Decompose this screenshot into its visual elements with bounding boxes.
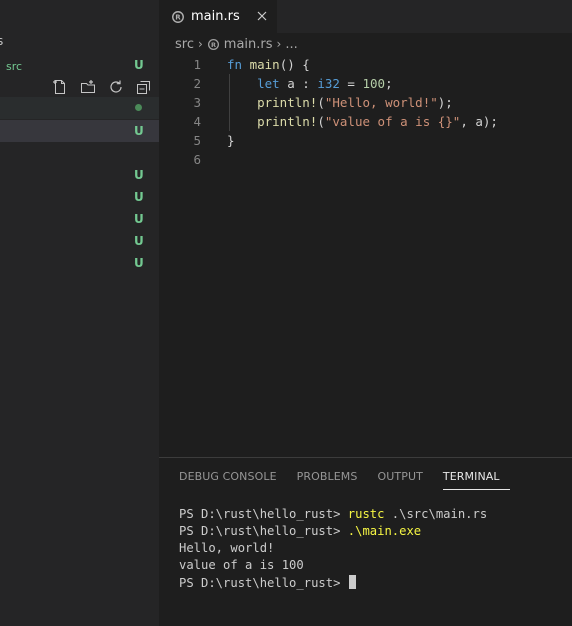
new-file-icon[interactable]: [50, 77, 70, 97]
code-editor[interactable]: 1 fn main() {2 let a : i32 = 100; 3 printl…: [159, 55, 572, 455]
breadcrumb-more[interactable]: ...: [285, 37, 297, 52]
line-number: 2: [193, 76, 201, 91]
editor-tab-bar: R main.rs: [159, 0, 572, 33]
terminal-line: PS D:\rust\hello_rust> .\main.exe: [179, 524, 487, 541]
tab-problems[interactable]: PROBLEMS: [297, 458, 368, 491]
code-text: }: [227, 133, 235, 148]
tab-output[interactable]: OUTPUT: [377, 458, 432, 491]
code-token: main: [249, 57, 280, 72]
terminal-prompt: PS D:\rust\hello_rust>: [179, 507, 348, 521]
explorer-sidebar: s src U U U U U U U: [0, 0, 159, 626]
chevron-right-icon: ›: [276, 37, 282, 51]
code-text: let a : i32 = 100;: [227, 76, 393, 91]
terminal-text: value of a is 100: [179, 558, 304, 572]
terminal-line: PS D:\rust\hello_rust>: [179, 575, 487, 592]
code-token: (: [317, 114, 325, 129]
chevron-right-icon: ›: [197, 37, 203, 51]
tab-terminal[interactable]: TERMINAL: [442, 458, 510, 490]
line-number: 1: [193, 57, 201, 72]
line-number: 3: [193, 95, 201, 110]
code-token: () {: [279, 57, 310, 72]
git-untracked-badge: U: [134, 58, 144, 72]
svg-text:R: R: [175, 13, 181, 21]
collapse-all-icon[interactable]: [134, 77, 154, 97]
code-token: println!: [257, 114, 318, 129]
code-line[interactable]: 6: [159, 150, 572, 169]
code-text: fn main() {: [227, 57, 310, 72]
terminal-text: .\src\main.rs: [384, 507, 488, 521]
terminal-output[interactable]: PS D:\rust\hello_rust> rustc .\src\main.…: [179, 507, 487, 592]
code-token: }: [227, 133, 235, 148]
refresh-icon[interactable]: [106, 77, 126, 97]
code-line[interactable]: 1 fn main() {: [159, 55, 572, 74]
terminal-text: Hello, world!: [179, 541, 275, 555]
new-folder-icon[interactable]: [78, 77, 98, 97]
svg-text:R: R: [211, 40, 216, 48]
breadcrumb: src › R main.rs › ...: [159, 33, 572, 55]
breadcrumb-file[interactable]: main.rs: [224, 37, 273, 52]
code-text: println!("Hello, world!");: [227, 95, 453, 110]
terminal-line: Hello, world!: [179, 541, 487, 558]
rust-icon: R: [207, 38, 219, 50]
git-untracked-badge: U: [134, 212, 144, 226]
code-token: i32: [317, 76, 340, 91]
tab-label: main.rs: [191, 9, 240, 24]
rust-icon: R: [172, 10, 184, 23]
tab-main-rs[interactable]: R main.rs: [159, 0, 277, 33]
code-token: "value of a is {}": [324, 114, 461, 129]
tab-debug-console[interactable]: DEBUG CONSOLE: [179, 458, 287, 491]
code-token: let: [257, 76, 280, 91]
explorer-actions: [50, 76, 154, 98]
terminal-command: rustc: [347, 507, 385, 521]
terminal-cursor: [348, 575, 356, 589]
breadcrumb-folder[interactable]: src: [175, 37, 194, 52]
terminal-prompt: PS D:\rust\hello_rust>: [179, 576, 348, 590]
code-token: , a);: [460, 114, 498, 129]
line-number: 5: [193, 133, 201, 148]
git-untracked-badge: U: [134, 190, 144, 204]
panel-tab-bar: DEBUG CONSOLE PROBLEMS OUTPUT TERMINAL: [179, 458, 520, 491]
line-number: 4: [193, 114, 201, 129]
code-token: );: [437, 95, 453, 110]
modified-dot-indicator: [135, 104, 142, 111]
code-token: fn: [227, 57, 243, 72]
code-token: println!: [257, 95, 318, 110]
code-token: a :: [279, 76, 318, 91]
code-token: =: [339, 76, 363, 91]
line-number: 6: [193, 152, 201, 167]
code-text: println!("value of a is {}", a);: [227, 114, 498, 129]
git-untracked-badge: U: [134, 256, 144, 270]
bottom-panel: DEBUG CONSOLE PROBLEMS OUTPUT TERMINAL P…: [159, 457, 572, 626]
code-token: (: [317, 95, 325, 110]
explorer-header: [0, 0, 159, 33]
code-line[interactable]: 3 println!("Hello, world!");: [159, 93, 572, 112]
terminal-line: PS D:\rust\hello_rust> rustc .\src\main.…: [179, 507, 487, 524]
code-token: 100: [362, 76, 386, 91]
code-token: "Hello, world!": [324, 95, 438, 110]
explorer-folder-src[interactable]: src: [6, 60, 22, 73]
git-untracked-badge: U: [134, 168, 144, 182]
terminal-prompt: PS D:\rust\hello_rust>: [179, 524, 348, 538]
terminal-line: value of a is 100: [179, 558, 487, 575]
terminal-command: .\main.exe: [347, 524, 422, 538]
git-untracked-badge: U: [134, 124, 144, 138]
explorer-cut-label: s: [0, 34, 4, 48]
git-untracked-badge: U: [134, 234, 144, 248]
code-line[interactable]: 5}: [159, 131, 572, 150]
close-icon[interactable]: [254, 8, 270, 24]
code-token: ;: [385, 76, 393, 91]
code-line[interactable]: 4 println!("value of a is {}", a);: [159, 112, 572, 131]
code-line[interactable]: 2 let a : i32 = 100;: [159, 74, 572, 93]
